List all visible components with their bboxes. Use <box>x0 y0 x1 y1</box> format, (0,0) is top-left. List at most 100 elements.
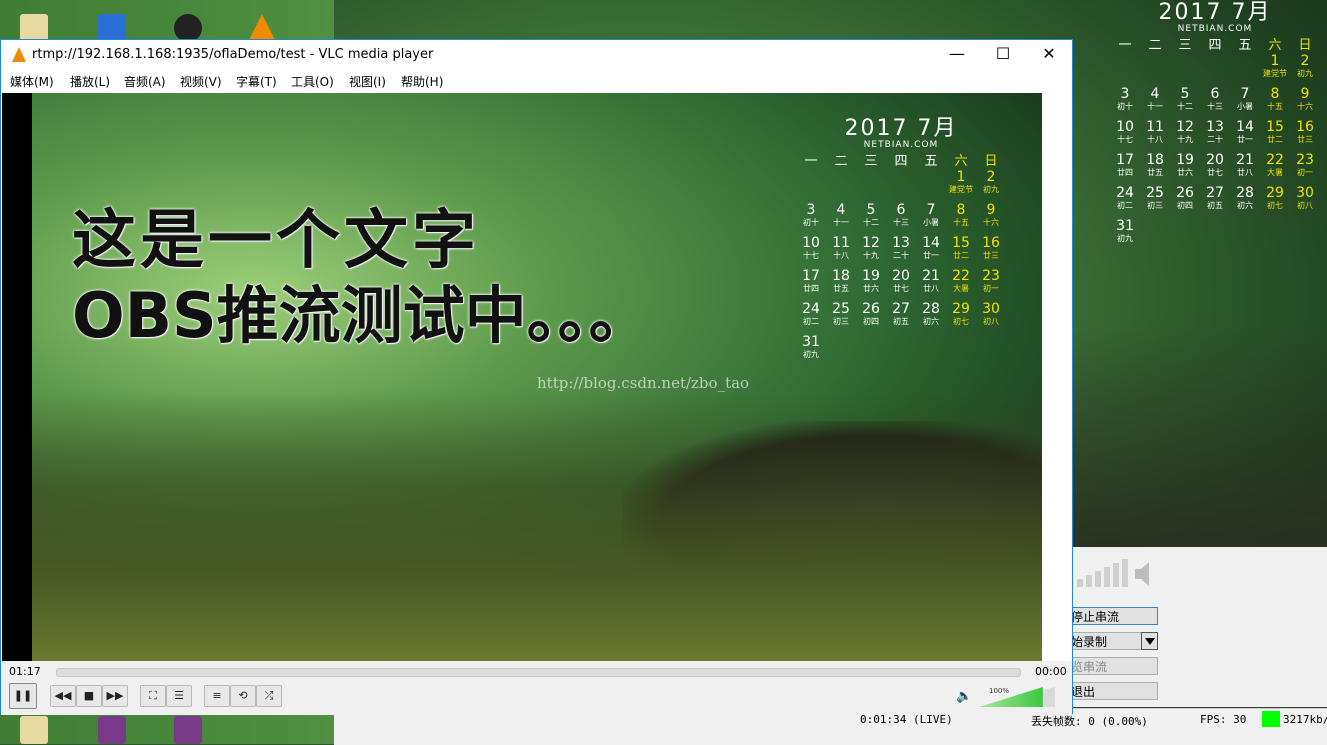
day-number: 18 <box>1146 152 1164 168</box>
menu-video[interactable]: 视频(V) <box>180 73 222 90</box>
lunar-label: 廿八 <box>1237 168 1253 177</box>
lunar-label: 十六 <box>1297 102 1313 111</box>
calendar-day: 6 十三 <box>1200 86 1230 119</box>
stop-stream-button[interactable]: 停止串流 <box>1060 607 1158 625</box>
desktop-file-icon-bottom[interactable] <box>20 716 48 744</box>
calendar-day: 28 初六 <box>916 301 946 334</box>
calendar-day <box>916 334 946 367</box>
speaker-icon[interactable]: 🔈 <box>956 689 972 704</box>
calendar-day: 23 初一 <box>1290 152 1320 185</box>
desktop-document-icon[interactable] <box>98 14 126 42</box>
day-number: 14 <box>922 235 940 251</box>
menu-audio[interactable]: 音频(A) <box>124 73 166 90</box>
total-time[interactable]: 00:00 <box>1035 665 1067 678</box>
calendar-week: 31 初九 <box>796 334 1006 367</box>
lunar-label: 初七 <box>1267 201 1283 210</box>
calendar-grid: 1 建党节 2 初九 3 初十 4 十一 5 十二 6 十三 7 小暑 8 十五 9 十六 10 十七 11 十八 12 十九… <box>796 169 1006 367</box>
lunar-label: 初三 <box>1147 201 1163 210</box>
previous-button[interactable]: ◀◀ <box>50 685 76 707</box>
lunar-label: 十九 <box>863 251 879 260</box>
calendar-day <box>1140 53 1170 86</box>
calendar-day: 30 初八 <box>1290 185 1320 218</box>
desktop-file-icon[interactable] <box>20 14 48 42</box>
chevron-down-icon <box>1145 638 1155 645</box>
calendar-day: 22 大暑 <box>1260 152 1290 185</box>
calendar-weekdays: 一二三四五六日 <box>1110 34 1320 53</box>
lunar-label: 初二 <box>1117 201 1133 210</box>
calendar-day: 10 十七 <box>1110 119 1140 152</box>
calendar-day <box>1140 218 1170 251</box>
next-button[interactable]: ▶▶ <box>102 685 128 707</box>
day-number: 17 <box>802 268 820 284</box>
menu-playback[interactable]: 播放(L) <box>70 73 110 90</box>
lunar-label: 十一 <box>1147 102 1163 111</box>
day-number: 26 <box>862 301 880 317</box>
lunar-label: 初六 <box>1237 201 1253 210</box>
calendar-day: 4 十一 <box>1140 86 1170 119</box>
lunar-label: 初一 <box>983 284 999 293</box>
calendar-day: 5 十二 <box>856 202 886 235</box>
day-number: 15 <box>1266 119 1284 135</box>
desktop-vlc-icon[interactable] <box>248 14 276 42</box>
close-button[interactable]: ✕ <box>1026 40 1072 70</box>
calendar-week: 3 初十 4 十一 5 十二 6 十三 7 小暑 8 十五 9 十六 <box>1110 86 1320 119</box>
exit-button[interactable]: 退出 <box>1060 682 1158 700</box>
extended-settings-button[interactable]: ☰ <box>166 685 192 707</box>
lunar-label: 廿七 <box>893 284 909 293</box>
seek-slider[interactable] <box>56 668 1021 677</box>
bitrate-readout: 3217kb/s <box>1283 713 1327 726</box>
calendar-day <box>886 334 916 367</box>
elapsed-time[interactable]: 01:17 <box>9 665 41 678</box>
random-button[interactable]: ⤮ <box>256 685 282 707</box>
menu-view[interactable]: 视图(I) <box>349 73 386 90</box>
calendar-day <box>886 169 916 202</box>
overlay-text-line2: OBS推流测试中。。。 <box>72 279 651 352</box>
calendar-day: 1 建党节 <box>946 169 976 202</box>
day-number: 20 <box>1206 152 1224 168</box>
desktop-obs-icon[interactable] <box>174 14 202 42</box>
menu-subtitle[interactable]: 字幕(T) <box>236 73 277 90</box>
menu-media[interactable]: 媒体(M) <box>10 73 54 90</box>
record-dropdown-button[interactable] <box>1141 632 1158 650</box>
calendar-day: 18 廿五 <box>1140 152 1170 185</box>
video-calendar: 2017 7月 NETBIAN.COM 一二三四五六日 1 建党节 2 初九 3 初十 4 十… <box>796 110 1006 367</box>
maximize-button[interactable]: ☐ <box>980 40 1026 70</box>
menu-tools[interactable]: 工具(O) <box>291 73 334 90</box>
day-number: 18 <box>832 268 850 284</box>
day-number: 1 <box>1270 53 1280 69</box>
desktop-winrar-icon-2[interactable] <box>174 716 202 744</box>
lunar-label: 初九 <box>983 185 999 194</box>
day-number: 28 <box>922 301 940 317</box>
day-number: 20 <box>892 268 910 284</box>
desktop-winrar-icon[interactable] <box>98 716 126 744</box>
day-number: 8 <box>956 202 966 218</box>
weekday-label: 三 <box>864 154 878 169</box>
calendar-day: 26 初四 <box>856 301 886 334</box>
lunar-label: 二十 <box>893 251 909 260</box>
stop-button[interactable]: ■ <box>76 685 102 707</box>
day-number: 4 <box>1150 86 1160 102</box>
calendar-day <box>826 334 856 367</box>
weekday-label: 六 <box>1268 38 1282 53</box>
calendar-day: 3 初十 <box>796 202 826 235</box>
pause-button[interactable]: ❚❚ <box>9 683 37 709</box>
day-number: 6 <box>1210 86 1220 102</box>
calendar-day: 19 廿六 <box>856 268 886 301</box>
minimize-button[interactable]: — <box>934 40 980 70</box>
playlist-button[interactable]: ≡ <box>204 685 230 707</box>
calendar-day: 19 廿六 <box>1170 152 1200 185</box>
day-number: 3 <box>806 202 816 218</box>
lunar-label: 初四 <box>1177 201 1193 210</box>
fullscreen-button[interactable]: ⛶ <box>140 685 166 707</box>
lunar-label: 初十 <box>803 218 819 227</box>
lunar-label: 十二 <box>1177 102 1193 111</box>
day-number: 12 <box>1176 119 1194 135</box>
loop-button[interactable]: ⟲ <box>230 685 256 707</box>
weekday-label: 五 <box>924 154 938 169</box>
calendar-day: 13 二十 <box>886 235 916 268</box>
menu-help[interactable]: 帮助(H) <box>401 73 443 90</box>
preview-stream-button[interactable]: 览串流 <box>1060 657 1158 675</box>
lunar-label: 廿五 <box>833 284 849 293</box>
calendar-day: 16 廿三 <box>1290 119 1320 152</box>
day-number: 25 <box>832 301 850 317</box>
